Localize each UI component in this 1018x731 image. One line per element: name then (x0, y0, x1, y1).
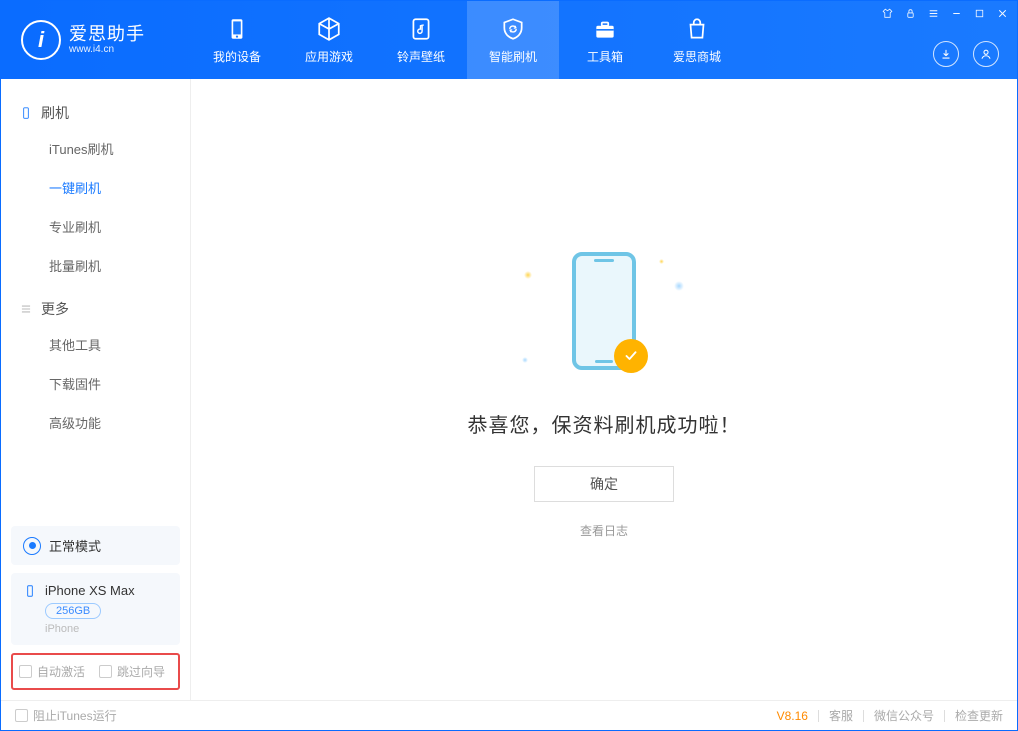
main-content: 恭喜您，保资料刷机成功啦！ 确定 查看日志 (191, 79, 1017, 700)
checkbox-icon (99, 665, 112, 678)
bag-icon (684, 16, 710, 42)
footer-link-update[interactable]: 检查更新 (955, 707, 1003, 724)
app-header: i 爱思助手 www.i4.cn 我的设备 应用游戏 铃声壁纸 智能刷机 工具箱 (1, 1, 1017, 79)
sidebar-item-pro-flash[interactable]: 专业刷机 (1, 207, 190, 246)
device-small-icon (23, 584, 37, 598)
checkmark-badge-icon (614, 339, 648, 373)
version-label: V8.16 (777, 709, 808, 723)
skin-icon[interactable] (881, 7, 894, 20)
minimize-button[interactable] (950, 7, 963, 20)
success-message: 恭喜您，保资料刷机成功啦！ (468, 409, 741, 438)
logo-icon: i (21, 20, 61, 60)
user-button[interactable] (973, 41, 999, 67)
sidebar-item-other-tools[interactable]: 其他工具 (1, 325, 190, 364)
mode-label: 正常模式 (49, 536, 101, 555)
ok-button[interactable]: 确定 (534, 466, 674, 502)
success-illustration (504, 241, 704, 381)
phone-icon (19, 106, 33, 120)
checkbox-icon (15, 709, 28, 722)
lock-icon[interactable] (904, 7, 917, 20)
nav-toolbox[interactable]: 工具箱 (559, 1, 651, 79)
sidebar-section-flash: 刷机 (1, 97, 190, 129)
view-log-link[interactable]: 查看日志 (580, 522, 628, 539)
footer-link-support[interactable]: 客服 (829, 707, 853, 724)
sidebar-item-batch-flash[interactable]: 批量刷机 (1, 246, 190, 285)
checkbox-icon (19, 665, 32, 678)
close-button[interactable] (996, 7, 1009, 20)
sidebar-section-more: 更多 (1, 293, 190, 325)
device-icon (224, 16, 250, 42)
status-bar: 阻止iTunes运行 V8.16 客服 微信公众号 检查更新 (1, 700, 1017, 730)
top-nav: 我的设备 应用游戏 铃声壁纸 智能刷机 工具箱 爱思商城 (191, 1, 743, 79)
device-card[interactable]: iPhone XS Max 256GB iPhone (11, 573, 180, 645)
option-skip-guide[interactable]: 跳过向导 (99, 663, 165, 680)
cube-icon (316, 16, 342, 42)
option-auto-activate[interactable]: 自动激活 (19, 663, 85, 680)
nav-my-device[interactable]: 我的设备 (191, 1, 283, 79)
menu-icon[interactable] (927, 7, 940, 20)
sidebar-item-oneclick-flash[interactable]: 一键刷机 (1, 168, 190, 207)
device-capacity: 256GB (45, 603, 101, 619)
mode-icon (23, 537, 41, 555)
nav-apps-games[interactable]: 应用游戏 (283, 1, 375, 79)
nav-smart-flash[interactable]: 智能刷机 (467, 1, 559, 79)
toolbox-icon (592, 16, 618, 42)
maximize-button[interactable] (973, 7, 986, 20)
sidebar: 刷机 iTunes刷机 一键刷机 专业刷机 批量刷机 更多 其他工具 下载固件 … (1, 79, 191, 700)
device-type: iPhone (45, 623, 168, 635)
footer-link-wechat[interactable]: 微信公众号 (874, 707, 934, 724)
sidebar-item-download-firmware[interactable]: 下载固件 (1, 364, 190, 403)
window-controls (881, 7, 1009, 20)
sidebar-item-itunes-flash[interactable]: iTunes刷机 (1, 129, 190, 168)
sidebar-item-advanced[interactable]: 高级功能 (1, 403, 190, 442)
list-icon (19, 302, 33, 316)
logo-text: 爱思助手 www.i4.cn (69, 25, 145, 56)
block-itunes-checkbox[interactable]: 阻止iTunes运行 (15, 707, 117, 724)
music-file-icon (408, 16, 434, 42)
options-highlight: 自动激活 跳过向导 (11, 653, 180, 690)
download-button[interactable] (933, 41, 959, 67)
header-right (933, 41, 999, 67)
nav-ringtone-wallpaper[interactable]: 铃声壁纸 (375, 1, 467, 79)
logo[interactable]: i 爱思助手 www.i4.cn (1, 20, 191, 60)
mode-indicator[interactable]: 正常模式 (11, 526, 180, 565)
refresh-shield-icon (500, 16, 526, 42)
nav-store[interactable]: 爱思商城 (651, 1, 743, 79)
